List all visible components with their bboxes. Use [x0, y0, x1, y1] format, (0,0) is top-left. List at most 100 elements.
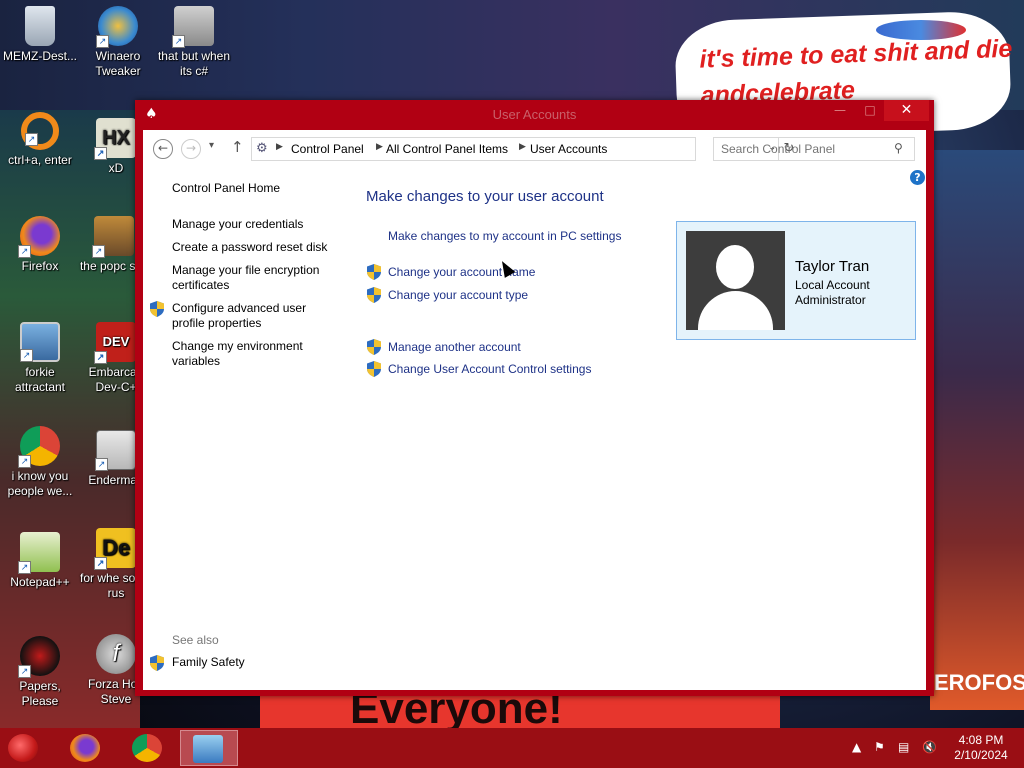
maximize-button[interactable]: □	[855, 100, 885, 121]
see-also-heading: See also	[172, 633, 219, 647]
start-button[interactable]	[8, 734, 38, 762]
breadcrumb-all-items[interactable]: All Control Panel Items	[386, 142, 508, 156]
clock[interactable]: 4:08 PM 2/10/2024	[950, 733, 1012, 763]
account-card[interactable]: Taylor Tran Local Account Administrator	[676, 221, 916, 340]
desktop-icon-label: MEMZ-Dest...	[3, 49, 77, 63]
search-box[interactable]: ⚲	[713, 137, 915, 161]
close-button[interactable]: ✕	[884, 100, 929, 121]
control-panel-icon: ⚙	[256, 141, 268, 156]
desktop-icon[interactable]: ↗ i know you people we...	[0, 426, 80, 499]
desktop-icon-label: that but when its c#	[157, 49, 231, 78]
forward-arrow-icon[interactable]: →	[181, 139, 201, 159]
desktop-icon[interactable]: ↗ Firefox	[0, 216, 80, 274]
papers-please-icon: ↗	[18, 636, 60, 678]
popcorn-icon: ↗	[92, 216, 134, 258]
taskbar-firefox[interactable]	[58, 730, 112, 766]
desktop-icon-label: Firefox	[21, 259, 59, 273]
desktop-icon[interactable]: ↗ ctrl+a, enter	[0, 112, 80, 168]
desktop-icon[interactable]: ↗ Notepad++	[0, 532, 80, 590]
control-panel-home-link[interactable]: Control Panel Home	[172, 181, 332, 196]
account-name: Taylor Tran	[795, 258, 870, 275]
uac-shield-icon	[367, 287, 381, 303]
avatar-head	[716, 245, 754, 289]
fish-image	[876, 20, 966, 40]
action-center-flag-icon[interactable]: ⚑	[874, 740, 885, 754]
uac-shield-icon	[367, 361, 381, 377]
window-icon: ↗	[95, 430, 136, 471]
clock-time: 4:08 PM	[958, 733, 1004, 747]
taskbar-control-panel[interactable]	[180, 730, 238, 766]
taskbar-chrome[interactable]	[120, 730, 174, 766]
address-bar[interactable]: ⚙ ▶ Control Panel ▶ All Control Panel It…	[251, 137, 794, 161]
notepadpp-icon: ↗	[18, 532, 60, 574]
account-role: Administrator	[795, 293, 866, 307]
stacked-windows-icon: ↗	[172, 6, 214, 48]
desktop-icon[interactable]: ↗ Papers, Please	[0, 636, 80, 709]
breadcrumb-separator-icon[interactable]: ▶	[276, 142, 283, 152]
up-arrow-icon[interactable]: ↑	[231, 138, 244, 156]
help-icon[interactable]: ?	[910, 170, 925, 185]
avatar-torso	[698, 291, 773, 330]
breadcrumb-user-accounts[interactable]: User Accounts	[530, 142, 607, 156]
show-hidden-icons-chevron-icon[interactable]: ▲	[852, 740, 861, 754]
password-reset-disk-link[interactable]: Create a password reset disk	[172, 240, 332, 255]
advanced-profile-link[interactable]: Configure advanced user profile properti…	[172, 301, 332, 331]
wallpaper-banner: Everyone!	[260, 684, 780, 733]
wallpaper-corner-text: EROFOS	[934, 670, 1024, 695]
taskbar: ▲ ⚑ ▤ 🔇 4:08 PM 2/10/2024	[0, 728, 1024, 768]
ring-icon: ↗	[21, 112, 59, 150]
desktop-icon-label: xD	[108, 161, 124, 175]
network-icon[interactable]: ▤	[898, 740, 909, 754]
desktop-icon[interactable]: MEMZ-Dest...	[0, 6, 80, 64]
file-encryption-link[interactable]: Manage your file encryption certificates	[172, 263, 332, 293]
desktop-icon-label: Notepad++	[10, 575, 70, 589]
chrome-icon	[132, 734, 162, 762]
window-content: ← → ▾ ↑ ⚙ ▶ Control Panel ▶ All Control …	[143, 130, 926, 690]
uac-shield-icon	[367, 339, 381, 355]
desktop-icon[interactable]: ↗ that but when its c#	[154, 6, 234, 79]
volume-muted-icon[interactable]: 🔇	[922, 740, 937, 754]
clock-date: 2/10/2024	[954, 748, 1008, 762]
navigation-bar: ← → ▾ ↑ ⚙ ▶ Control Panel ▶ All Control …	[143, 130, 926, 166]
window-title: User Accounts	[492, 107, 577, 122]
hxd-icon: HX ↗	[94, 118, 136, 160]
desktop-icon-label: i know you people we...	[7, 469, 73, 498]
desktop-icon-label: forkie attractant	[14, 365, 66, 394]
family-safety-link[interactable]: Family Safety	[172, 655, 332, 670]
change-account-type-link[interactable]: Change your account type	[388, 288, 528, 302]
minimize-button[interactable]: —	[825, 100, 855, 121]
page-title: Make changes to your user account	[366, 188, 604, 205]
desktop-icon[interactable]: ↗ Winaero Tweaker	[78, 6, 158, 79]
title-bar[interactable]: ♠ User Accounts — □ ✕	[135, 100, 934, 128]
back-arrow-icon[interactable]: ←	[153, 139, 173, 159]
breadcrumb-control-panel[interactable]: Control Panel	[291, 142, 364, 156]
search-icon[interactable]: ⚲	[894, 141, 903, 155]
user-accounts-window: ♠ User Accounts — □ ✕ ← → ▾ ↑ ⚙ ▶ Contro…	[135, 100, 934, 696]
uac-shield-icon	[150, 655, 164, 671]
search-input[interactable]	[714, 138, 893, 160]
firefox-icon: ↗	[18, 216, 60, 258]
wallpaper-right	[930, 150, 1024, 710]
monitor-gear-icon: ↗	[20, 322, 60, 362]
firefox-icon	[70, 734, 100, 762]
recent-locations-chevron-icon[interactable]: ▾	[209, 140, 214, 151]
breadcrumb-separator-icon[interactable]: ▶	[519, 142, 526, 152]
uac-shield-icon	[367, 264, 381, 280]
control-panel-icon	[193, 735, 223, 763]
desktop-icon-label: Winaero Tweaker	[95, 49, 141, 78]
manage-credentials-link[interactable]: Manage your credentials	[172, 217, 332, 232]
uac-settings-link[interactable]: Change User Account Control settings	[388, 362, 591, 376]
desktop-icon-label: Papers, Please	[19, 679, 61, 708]
breadcrumb-separator-icon[interactable]: ▶	[376, 142, 383, 152]
flash-icon: f	[96, 634, 136, 674]
desktop-icon[interactable]: ↗ forkie attractant	[0, 322, 80, 395]
manage-another-account-link[interactable]: Manage another account	[388, 340, 521, 354]
winaero-icon: ↗	[96, 6, 138, 48]
desktop-icon-label: ctrl+a, enter	[8, 153, 72, 167]
pc-settings-link[interactable]: Make changes to my account in PC setting…	[388, 229, 621, 243]
de-icon: De ↗	[94, 528, 136, 570]
account-type: Local Account	[795, 278, 870, 292]
environment-variables-link[interactable]: Change my environment variables	[172, 339, 332, 369]
chrome-icon: ↗	[18, 426, 60, 468]
recycle-bin-icon	[25, 6, 55, 46]
